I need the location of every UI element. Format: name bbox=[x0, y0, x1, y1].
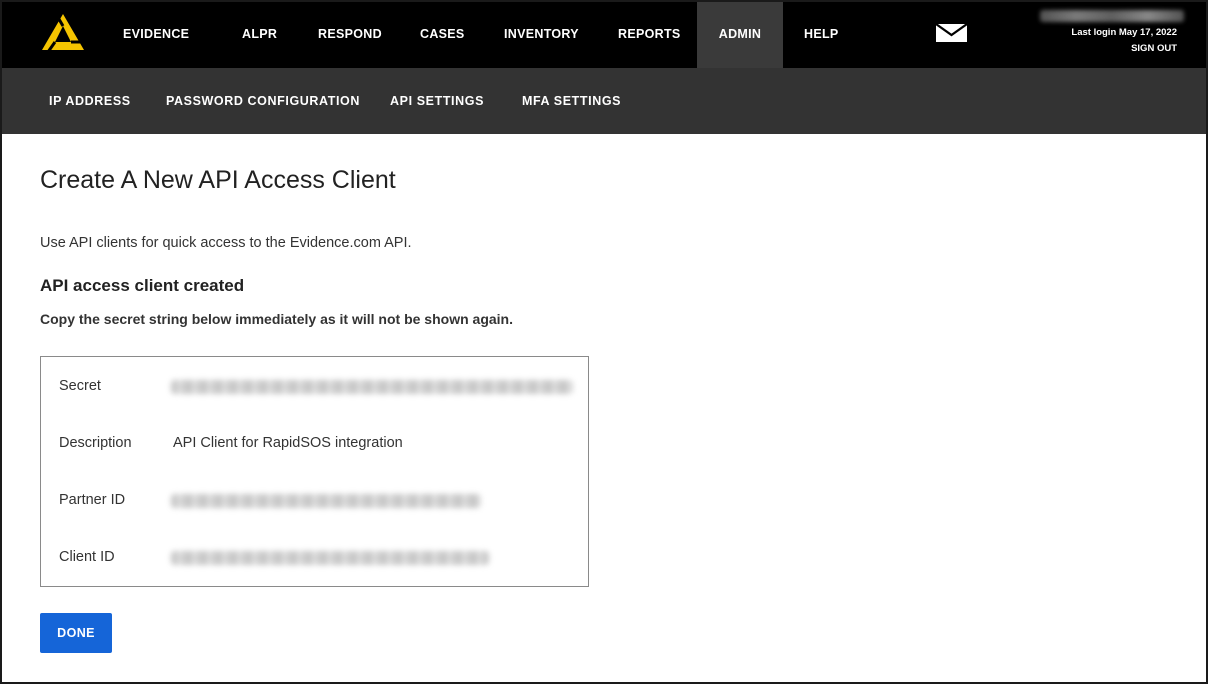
nav-respond[interactable]: RESPOND bbox=[318, 0, 382, 68]
client-id-value-redacted[interactable] bbox=[171, 551, 489, 565]
nav-help[interactable]: HELP bbox=[804, 0, 839, 68]
subnav-mfa-settings[interactable]: MFA SETTINGS bbox=[522, 68, 621, 134]
client-id-label: Client ID bbox=[59, 549, 115, 565]
nav-inventory[interactable]: INVENTORY bbox=[504, 0, 579, 68]
intro-text: Use API clients for quick access to the … bbox=[40, 235, 412, 251]
axon-logo-icon[interactable] bbox=[40, 12, 86, 54]
secret-value-redacted[interactable] bbox=[171, 380, 573, 394]
admin-sub-nav: IP ADDRESS PASSWORD CONFIGURATION API SE… bbox=[0, 68, 1208, 134]
description-label: Description bbox=[59, 435, 132, 451]
envelope-icon[interactable] bbox=[936, 24, 967, 42]
last-login-text: Last login May 17, 2022 bbox=[1071, 27, 1177, 38]
user-name-redacted bbox=[1040, 10, 1184, 22]
done-button[interactable]: DONE bbox=[40, 613, 112, 653]
nav-alpr[interactable]: ALPR bbox=[242, 0, 277, 68]
nav-cases[interactable]: CASES bbox=[420, 0, 465, 68]
created-heading: API access client created bbox=[40, 276, 245, 295]
client-details-panel: Secret Description API Client for RapidS… bbox=[40, 356, 589, 587]
page-title: Create A New API Access Client bbox=[40, 166, 396, 194]
secret-warning: Copy the secret string below immediately… bbox=[40, 311, 513, 327]
sign-out-link[interactable]: SIGN OUT bbox=[1131, 43, 1177, 54]
secret-label: Secret bbox=[59, 378, 101, 394]
subnav-ip-address[interactable]: IP ADDRESS bbox=[49, 68, 131, 134]
nav-reports[interactable]: REPORTS bbox=[618, 0, 681, 68]
subnav-password-configuration[interactable]: PASSWORD CONFIGURATION bbox=[166, 68, 360, 134]
subnav-api-settings[interactable]: API SETTINGS bbox=[390, 68, 484, 134]
nav-admin[interactable]: ADMIN bbox=[697, 0, 783, 68]
top-nav-bar: EVIDENCE ALPR RESPOND CASES INVENTORY RE… bbox=[0, 0, 1208, 68]
partner-id-label: Partner ID bbox=[59, 492, 126, 508]
description-value: API Client for RapidSOS integration bbox=[173, 435, 403, 451]
partner-id-value-redacted[interactable] bbox=[171, 494, 481, 508]
nav-evidence[interactable]: EVIDENCE bbox=[123, 0, 189, 68]
